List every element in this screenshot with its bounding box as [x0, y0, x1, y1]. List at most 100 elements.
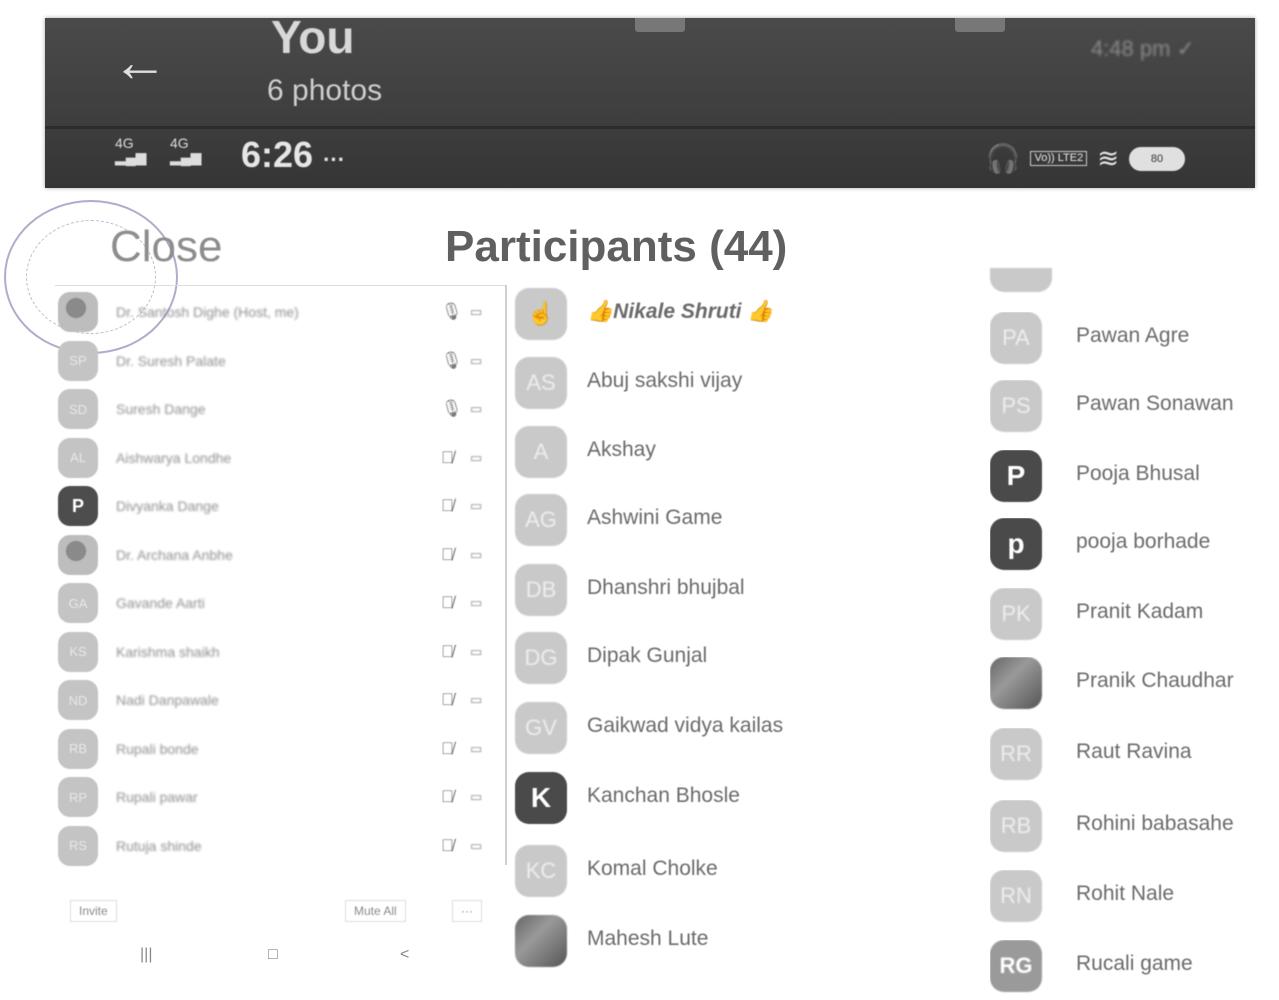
- participant-row[interactable]: SP Dr. Suresh Palate 🎙 ▭: [58, 340, 498, 385]
- participant-row[interactable]: RP Rupali pawar 🎙̸ ▭: [58, 777, 498, 821]
- participant-row[interactable]: Pranik Chaudhar: [990, 657, 1279, 717]
- avatar: DG: [515, 632, 567, 684]
- invite-button[interactable]: Invite: [70, 900, 117, 922]
- participant-row[interactable]: PK Pranit Kadam: [990, 588, 1279, 648]
- video-icon[interactable]: ▭: [470, 547, 482, 563]
- participant-row[interactable]: P Pooja Bhusal: [990, 450, 1279, 510]
- avatar: RR: [990, 728, 1042, 780]
- participant-row[interactable]: PS Pawan Sonawan: [990, 380, 1279, 440]
- participant-row[interactable]: RN Rohit Nale: [990, 870, 1279, 930]
- participant-row[interactable]: Mahesh Lute: [515, 915, 935, 975]
- participant-row[interactable]: SD Suresh Dange 🎙 ▭: [58, 389, 498, 433]
- lte-icon: Vo)) LTE2: [1030, 151, 1088, 166]
- participant-name: Dr. Archana Anbhe: [116, 546, 233, 563]
- avatar: P: [58, 486, 98, 526]
- mic-muted-icon[interactable]: 🎙̸: [441, 593, 454, 613]
- participant-row[interactable]: ☝ 👍Nikale Shruti 👍: [515, 288, 935, 348]
- avatar: SD: [58, 389, 98, 429]
- mic-muted-icon[interactable]: 🎙̸: [441, 448, 454, 468]
- video-icon[interactable]: ▭: [470, 401, 482, 417]
- mic-muted-icon[interactable]: 🎙̸: [441, 836, 454, 856]
- avatar: AG: [515, 494, 567, 546]
- participant-name: Rucali game: [1076, 952, 1193, 975]
- mic-muted-icon[interactable]: 🎙̸: [441, 690, 454, 710]
- avatar: AL: [58, 437, 98, 478]
- avatar: ☝: [515, 288, 567, 340]
- participant-row[interactable]: GV Gaikwad vidya kailas: [515, 702, 935, 762]
- participant-name: Pawan Sonawan: [1076, 392, 1234, 415]
- more-button[interactable]: ···: [452, 900, 482, 922]
- participant-row[interactable]: AS Abuj sakshi vijay: [515, 357, 935, 417]
- back-arrow-icon[interactable]: ←: [105, 32, 175, 92]
- mic-muted-icon[interactable]: 🎙̸: [441, 739, 454, 759]
- close-button[interactable]: Close: [110, 222, 223, 272]
- participant-name: Gavande Aarti: [116, 595, 205, 611]
- avatar: [58, 292, 98, 332]
- viewer-title: You: [271, 11, 355, 63]
- participant-row[interactable]: Dr. Archana Anbhe 🎙̸ ▭: [58, 534, 498, 579]
- battery-icon: 80: [1129, 146, 1185, 171]
- mic-icon[interactable]: 🎙: [441, 351, 463, 371]
- avatar: GA: [58, 583, 98, 623]
- participant-name: Pooja Bhusal: [1076, 462, 1200, 485]
- participant-name: Gaikwad vidya kailas: [587, 714, 784, 737]
- participant-row[interactable]: PA Pawan Agre: [990, 312, 1279, 372]
- message-time: 4:48 pm ✓: [1090, 36, 1195, 61]
- participant-row[interactable]: A Akshay: [515, 426, 935, 486]
- participant-name: Mahesh Lute: [587, 927, 709, 950]
- video-icon[interactable]: ▭: [470, 353, 482, 369]
- participant-row[interactable]: DB Dhanshri bhujbal: [515, 564, 935, 624]
- participant-row[interactable]: Dr. Santosh Dighe (Host, me) 🎙 ▭: [58, 292, 498, 336]
- video-icon[interactable]: ▭: [470, 644, 482, 660]
- participant-row[interactable]: RB Rohini babasahe: [990, 800, 1279, 860]
- participant-name: Pawan Agre: [1076, 324, 1190, 347]
- avatar: K: [515, 772, 567, 824]
- avatar: [990, 657, 1042, 709]
- mute-all-button[interactable]: Mute All: [345, 900, 406, 922]
- avatar: SP: [58, 340, 98, 381]
- participant-row[interactable]: KS Karishma shaikh 🎙̸ ▭: [58, 631, 498, 676]
- avatar: AS: [515, 357, 567, 409]
- participant-row[interactable]: DG Dipak Gunjal: [515, 632, 935, 692]
- avatar: DB: [515, 564, 567, 616]
- participant-name: Dr. Santosh Dighe (Host, me): [116, 304, 299, 320]
- video-icon[interactable]: ▭: [470, 741, 482, 757]
- video-icon[interactable]: ▭: [470, 304, 482, 320]
- video-icon[interactable]: ▭: [470, 450, 482, 466]
- participant-name: Kanchan Bhosle: [587, 784, 740, 807]
- back-nav-icon[interactable]: <: [400, 946, 409, 964]
- avatar: KS: [58, 631, 98, 672]
- signal-icon: 4G ▂▄▆: [170, 135, 202, 165]
- avatar: PA: [990, 312, 1042, 364]
- participant-row[interactable]: K Kanchan Bhosle: [515, 772, 935, 832]
- participant-row[interactable]: KC Komal Cholke: [515, 845, 935, 905]
- video-icon[interactable]: ▭: [470, 498, 482, 514]
- participant-name: Dipak Gunjal: [587, 644, 708, 667]
- participant-row[interactable]: ND Nadi Danpawale 🎙̸ ▭: [58, 680, 498, 724]
- avatar: A: [515, 426, 567, 478]
- avatar: PK: [990, 588, 1042, 640]
- participant-row[interactable]: RB Rupali bonde 🎙̸ ▭: [58, 728, 498, 773]
- avatar: [515, 915, 567, 967]
- mic-icon[interactable]: 🎙: [441, 302, 463, 322]
- participant-row[interactable]: GA Gavande Aarti 🎙̸ ▭: [58, 583, 498, 627]
- video-icon[interactable]: ▭: [470, 595, 482, 611]
- mic-icon[interactable]: 🎙: [441, 399, 463, 419]
- video-icon[interactable]: ▭: [470, 838, 482, 854]
- recents-nav-icon[interactable]: |||: [140, 946, 152, 964]
- mic-muted-icon[interactable]: 🎙̸: [441, 787, 454, 807]
- participant-row[interactable]: AG Ashwini Game: [515, 494, 935, 554]
- participant-row[interactable]: P Divyanka Dange 🎙̸ ▭: [58, 486, 498, 530]
- video-icon[interactable]: ▭: [470, 692, 482, 708]
- participant-row[interactable]: RR Raut Ravina: [990, 728, 1279, 788]
- home-nav-icon[interactable]: □: [268, 946, 278, 964]
- participant-row[interactable]: RS Rutuja shinde 🎙̸ ▭: [58, 825, 498, 870]
- mic-muted-icon[interactable]: 🎙̸: [441, 496, 454, 516]
- participant-row[interactable]: RG Rucali game: [990, 940, 1279, 1000]
- participant-name: Rohit Nale: [1076, 882, 1175, 905]
- participant-row[interactable]: p pooja borhade: [990, 518, 1279, 578]
- participant-row[interactable]: AL Aishwarya Londhe 🎙̸ ▭: [58, 437, 498, 482]
- video-icon[interactable]: ▭: [470, 789, 482, 805]
- mic-muted-icon[interactable]: 🎙̸: [441, 545, 454, 565]
- mic-muted-icon[interactable]: 🎙̸: [441, 642, 454, 662]
